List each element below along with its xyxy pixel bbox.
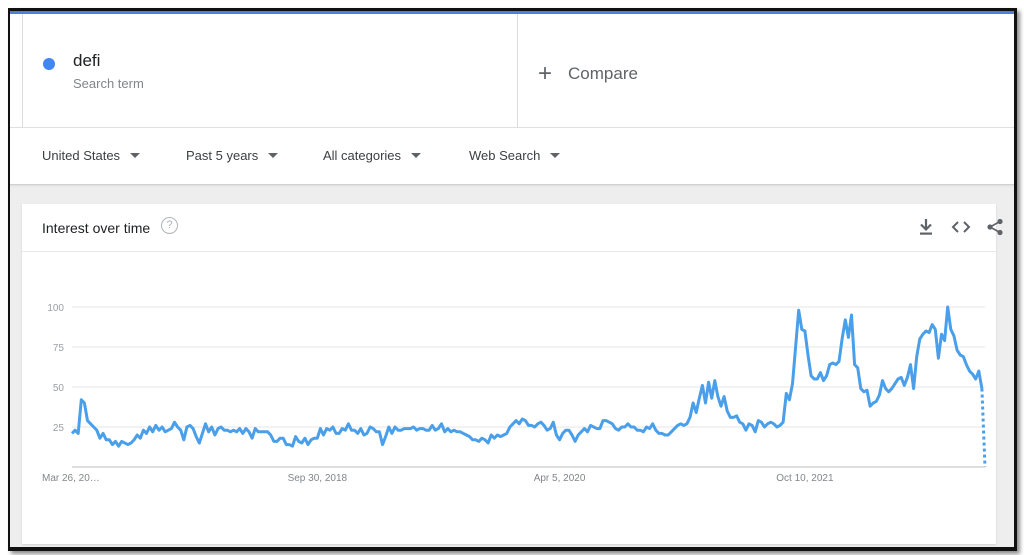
download-icon[interactable]	[918, 218, 934, 236]
region-filter-label: United States	[42, 148, 121, 163]
series-color-dot	[43, 58, 55, 70]
help-icon[interactable]: ?	[161, 217, 178, 234]
y-tick-label: 100	[47, 303, 64, 314]
y-axis-labels: 25 50 75 100	[47, 303, 64, 434]
x-tick-label: Sep 30, 2018	[288, 473, 348, 484]
search-term-card[interactable]: defi Search term	[22, 14, 518, 127]
chevron-down-icon	[411, 153, 422, 158]
category-filter-label: All categories	[323, 148, 402, 163]
x-tick-label: Mar 26, 20…	[42, 473, 100, 484]
compare-button[interactable]: + Compare	[538, 62, 638, 86]
card-title: Interest over time	[42, 220, 151, 236]
plus-icon: +	[538, 60, 553, 87]
y-tick-label: 25	[53, 423, 65, 434]
search-term-name[interactable]: defi	[73, 51, 100, 71]
y-tick-label: 50	[53, 383, 65, 394]
interest-line-chart: 25 50 75 100 Mar 26, 20… Sep 30, 2018 Apr 5, …	[42, 303, 987, 484]
search-type-filter-label: Web Search	[469, 148, 541, 163]
x-axis-labels: Mar 26, 20… Sep 30, 2018 Apr 5, 2020 Oct 10…	[42, 473, 834, 484]
x-tick-label: Apr 5, 2020	[534, 473, 586, 484]
search-area: defi Search term + Compare	[10, 14, 1014, 127]
filter-bar: United States Past 5 years All categorie…	[10, 127, 1014, 185]
y-tick-label: 75	[53, 343, 65, 354]
chevron-down-icon	[550, 153, 561, 158]
compare-label: Compare	[568, 64, 638, 83]
chevron-down-icon	[130, 153, 141, 158]
time-filter-label: Past 5 years	[186, 148, 259, 163]
x-tick-label: Oct 10, 2021	[776, 473, 834, 484]
partial-data-segment	[980, 388, 987, 468]
interest-over-time-card: Interest over time ? 25 50 75 100 Mar 26, 2…	[22, 204, 1003, 544]
chevron-down-icon	[268, 153, 279, 158]
time-filter-dropdown[interactable]: Past 5 years	[186, 148, 279, 163]
search-type-filter-dropdown[interactable]: Web Search	[469, 148, 561, 163]
card-header: Interest over time ?	[22, 204, 1003, 252]
series-line	[70, 305, 984, 448]
search-term-subtitle: Search term	[73, 76, 144, 91]
share-icon[interactable]	[986, 218, 1004, 236]
window-frame: defi Search term + Compare United States…	[8, 8, 1017, 551]
region-filter-dropdown[interactable]: United States	[42, 148, 141, 163]
embed-icon[interactable]	[951, 218, 971, 236]
category-filter-dropdown[interactable]: All categories	[323, 148, 422, 163]
